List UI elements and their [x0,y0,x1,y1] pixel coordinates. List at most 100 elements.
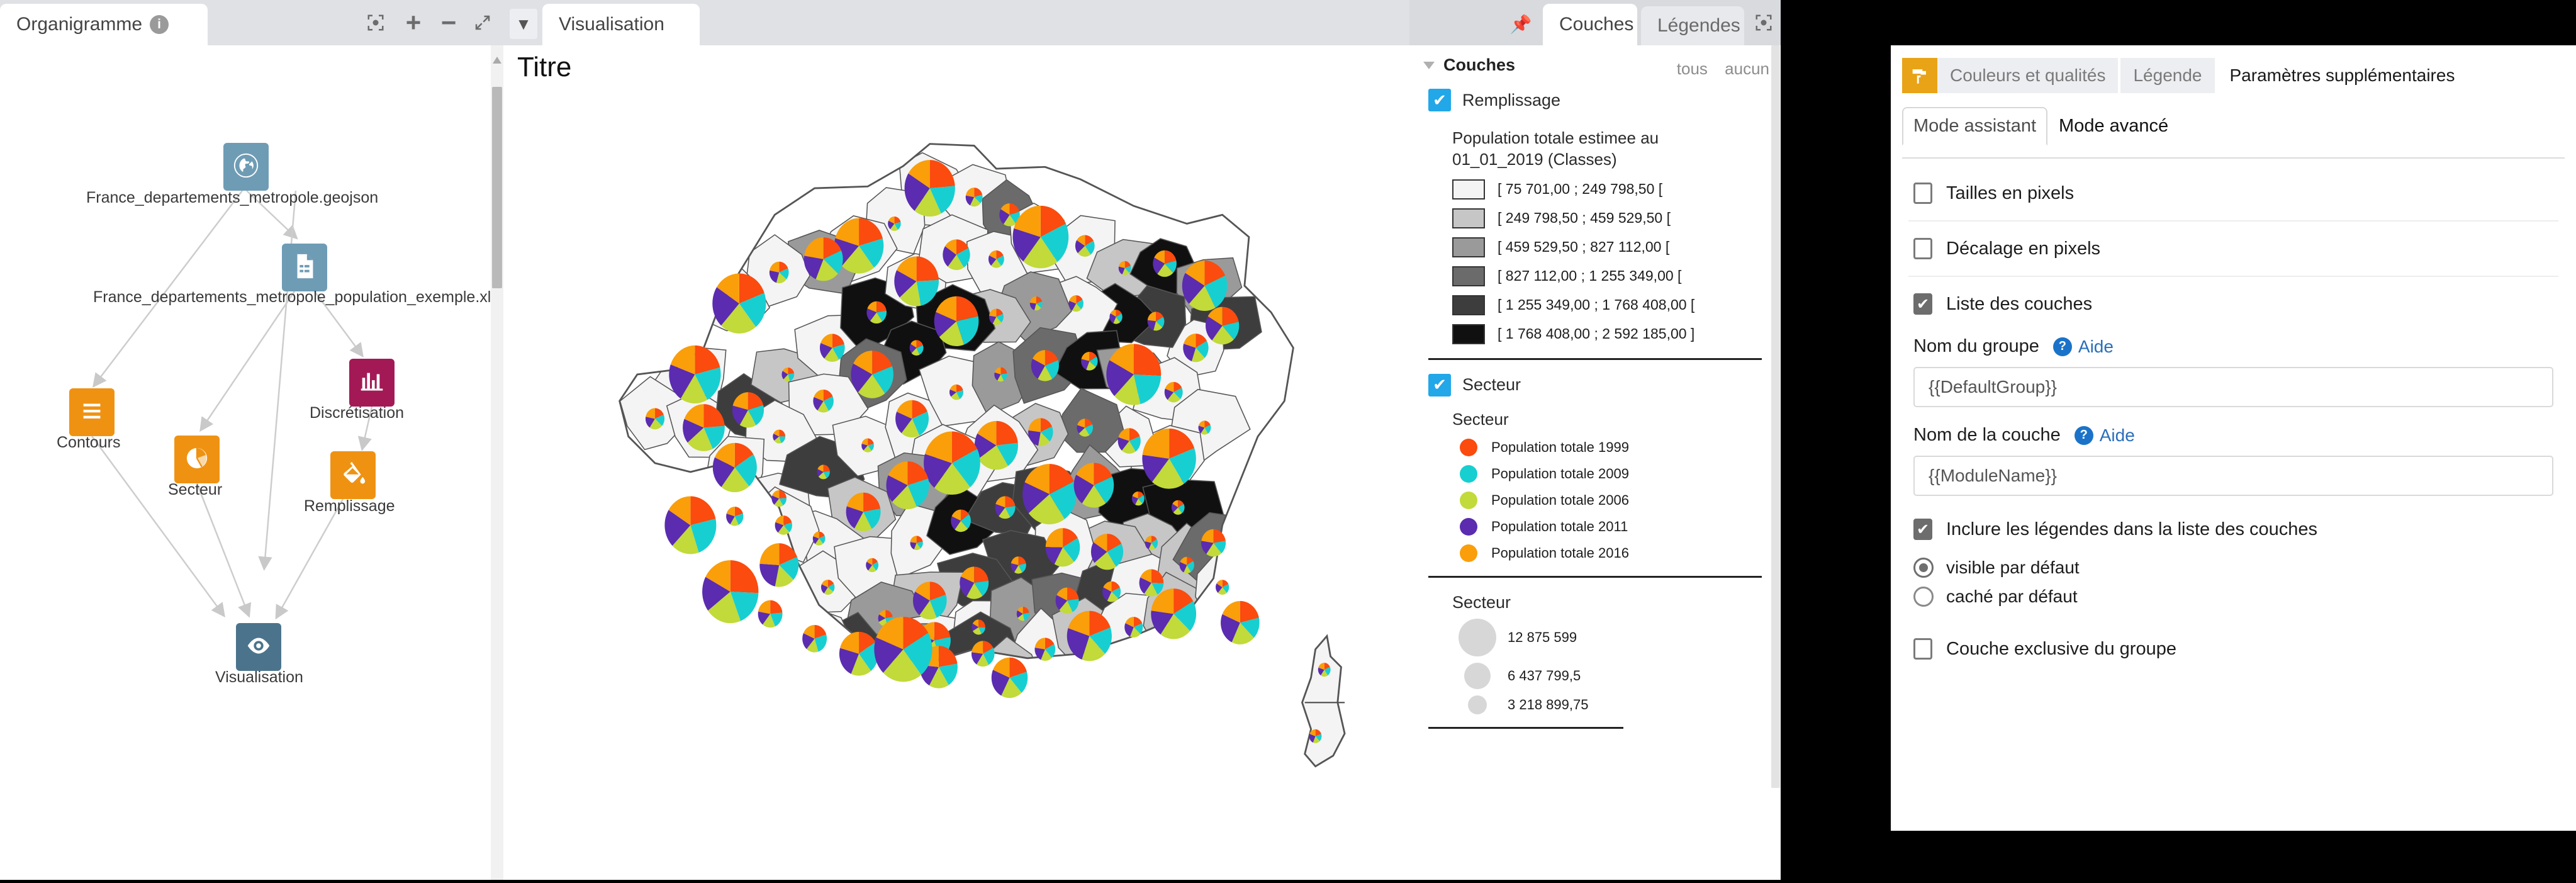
map-pie-marker[interactable] [759,543,799,587]
map-pie-marker[interactable] [1109,309,1123,324]
map-pie-marker[interactable] [712,273,766,334]
map-pie-marker[interactable] [1117,428,1141,454]
map-pie-marker[interactable] [664,496,717,554]
layer-checkbox-remplissage[interactable]: ✔ [1428,89,1451,111]
map-pie-marker[interactable] [1081,352,1098,371]
map-pie-marker[interactable] [1153,250,1177,277]
layer-row-remplissage[interactable]: ✔ Remplissage [1409,75,1781,111]
checkbox-tailles-en-pixels[interactable] [1913,183,1932,204]
mode-tab-assistant[interactable]: Mode assistant [1902,107,2048,145]
map-pie-marker[interactable] [972,619,985,635]
map-pie-marker[interactable] [702,560,759,624]
map-pie-marker[interactable] [1106,344,1162,405]
map-pie-marker[interactable] [971,641,995,667]
row-cache-par-defaut[interactable]: caché par défaut [1913,587,2565,607]
map-pie-marker[interactable] [1142,428,1196,489]
map-pie-marker[interactable] [943,239,970,271]
map-pie-marker[interactable] [1139,569,1164,597]
map-pie-marker[interactable] [819,334,845,362]
map-pie-marker[interactable] [802,624,827,653]
graph-node-contours[interactable] [69,388,115,436]
map-pie-marker[interactable] [1164,381,1183,403]
map-pie-marker[interactable] [1309,729,1322,743]
row-tailles-en-pixels[interactable]: Tailles en pixels [1902,166,2565,220]
map-pie-marker[interactable] [1031,350,1059,381]
graph-node-geojson[interactable] [223,143,269,191]
dialog-tab-couleurs[interactable]: Couleurs et qualités [1937,58,2119,93]
map-pie-marker[interactable] [951,509,971,532]
layer-checkbox-secteur[interactable]: ✔ [1428,373,1451,397]
map-pie-marker[interactable] [758,600,783,628]
map-pie-marker[interactable] [1055,587,1079,614]
map-pie-marker[interactable] [912,582,947,620]
map-pie-marker[interactable] [732,392,764,428]
row-visible-par-defaut[interactable]: visible par défaut [1913,558,2565,578]
layer-row-secteur[interactable]: ✔ Secteur [1409,360,1781,397]
map-pie-marker[interactable] [886,461,929,510]
map-pie-marker[interactable] [1124,617,1143,638]
map-pie-marker[interactable] [934,296,979,346]
map-pie-marker[interactable] [1012,205,1069,269]
map-pie-marker[interactable] [771,490,787,507]
scroll-thumb[interactable] [492,87,502,288]
map-pie-marker[interactable] [894,256,939,307]
checkbox-decalage-en-pixels[interactable] [1913,238,1932,259]
help-link-nom-du-groupe[interactable]: Aide [2078,337,2114,357]
row-couche-exclusive[interactable]: Couche exclusive du groupe [1902,607,2565,676]
help-icon[interactable]: ? [2074,425,2093,445]
map-pie-marker[interactable] [817,464,830,480]
map-pie-marker[interactable] [1131,492,1145,506]
map-pie-marker[interactable] [1151,588,1197,639]
mode-tab-avance[interactable]: Mode avancé [2047,107,2180,145]
graph-node-visualisation[interactable] [236,623,281,671]
tab-couches[interactable]: Couches [1543,4,1637,45]
map-pie-marker[interactable] [1016,607,1029,621]
map-pie-marker[interactable] [726,507,744,526]
map-pie-marker[interactable] [812,531,826,546]
select-none-link[interactable]: aucun [1725,59,1769,78]
map-pie-marker[interactable] [1073,463,1114,508]
zoom-out-icon[interactable]: − [434,8,463,37]
map-pie-marker[interactable] [839,631,879,676]
map-pie-marker[interactable] [1028,418,1053,446]
map-department[interactable] [1301,634,1346,768]
map-pie-marker[interactable] [820,580,835,595]
checkbox-liste-des-couches[interactable]: ✔ [1913,293,1932,315]
expand-icon[interactable] [468,9,497,37]
map-pie-marker[interactable] [988,250,1004,268]
pin-icon[interactable]: 📌 [1507,10,1535,38]
map-pie-marker[interactable] [988,308,1004,325]
map-pie-marker[interactable] [851,351,893,398]
map-pie-marker[interactable] [1077,419,1094,437]
chevron-down-icon[interactable]: ▼ [510,9,537,39]
organigramme-scrollbar[interactable] [491,45,503,880]
map-pie-marker[interactable] [991,657,1028,698]
couches-body[interactable]: Couches tous aucun ✔ Remplissage Populat… [1409,45,1781,880]
map-pie-marker[interactable] [924,431,980,495]
map-pie-marker[interactable] [1201,529,1226,557]
map-pie-marker[interactable] [866,558,879,573]
tab-organigramme[interactable]: Organigramme i [0,4,208,45]
dialog-tab-legende[interactable]: Légende [2120,58,2215,93]
couches-scrollbar[interactable] [1771,45,1781,880]
map-pie-marker[interactable] [1206,307,1240,345]
row-decalage-en-pixels[interactable]: Décalage en pixels [1902,222,2565,276]
map-pie-marker[interactable] [904,160,955,217]
help-link-nom-de-la-couche[interactable]: Aide [2100,425,2135,446]
map-pie-marker[interactable] [895,400,929,438]
map-pie-marker[interactable] [1182,261,1228,312]
map-pie-marker[interactable] [773,429,786,444]
map-pie-marker[interactable] [960,566,989,599]
map-pie-marker[interactable] [669,345,721,403]
checkbox-couche-exclusive[interactable] [1913,638,1932,660]
info-icon[interactable]: i [150,15,169,34]
map-pie-marker[interactable] [965,188,983,207]
map-pie-marker[interactable] [995,496,1016,519]
map-pie-marker[interactable] [866,301,887,324]
map-pie-marker[interactable] [683,404,725,451]
map-pie-marker[interactable] [1029,296,1043,311]
map-pie-marker[interactable] [1318,663,1331,677]
radio-cache-par-defaut[interactable] [1913,587,1934,607]
map-pie-marker[interactable] [1118,261,1131,275]
input-nom-du-groupe[interactable]: {{DefaultGroup}} [1913,367,2553,407]
